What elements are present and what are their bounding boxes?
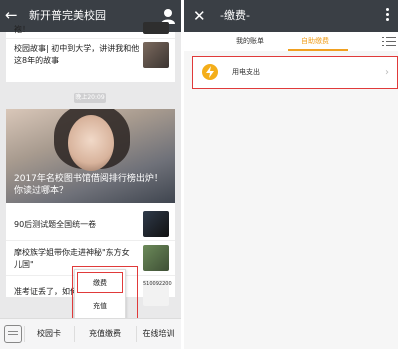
hero-caption: 2017年名校图书馆借阅排行榜出炉！你读过哪本？ [14, 174, 163, 196]
lightning-icon [202, 64, 218, 80]
tab-online-training[interactable]: 在线培训 [136, 319, 181, 349]
news-card: 袍！ 校园故事| 初中到大学，讲讲我和他这8年的故事 [6, 22, 175, 82]
hero-photo-face [68, 115, 114, 171]
news-item[interactable]: 校园故事| 初中到大学，讲讲我和他这8年的故事 [14, 43, 140, 67]
page-title: 新开普完美校园 [29, 9, 106, 22]
chevron-right-icon: › [385, 67, 389, 78]
tab-campus-card[interactable]: 校园卡 [24, 319, 74, 349]
news-item-top[interactable]: 袍！ [14, 24, 134, 36]
menu-list-icon[interactable] [382, 35, 396, 47]
hero-image[interactable]: 2017年名校图书馆借阅排行榜出炉！你读过哪本？ [6, 109, 175, 203]
timestamp: 晚上20:09 [74, 93, 106, 103]
news-thumbnail: 510092200 [143, 280, 172, 306]
more-options-icon[interactable] [386, 6, 390, 26]
divider [6, 240, 175, 241]
back-arrow-icon[interactable]: ← [5, 5, 18, 25]
tab-recharge-pay[interactable]: 充值缴费 [74, 319, 136, 349]
news-thumbnail [143, 22, 169, 34]
tab-bar: 我的账单 自助缴费 [184, 32, 398, 52]
divider [6, 38, 175, 39]
right-top-bar: ✕ -缴费- [184, 0, 398, 32]
close-icon[interactable]: ✕ [193, 6, 206, 26]
electricity-pay-item[interactable]: 用电支出 › [192, 56, 398, 89]
left-screen: ← 新开普完美校园 袍！ 校园故事| 初中到大学，讲讲我和他这8年的故事 晚上2… [0, 0, 181, 349]
tab-my-bills[interactable]: 我的账单 [236, 32, 264, 51]
bottom-menu-bar: 校园卡 充值缴费 在线培训 [0, 318, 181, 349]
news-item[interactable]: 90后测试题全国统一卷 [14, 219, 134, 231]
news-thumbnail [143, 211, 169, 237]
news-thumbnail [143, 245, 169, 271]
content-area [184, 51, 398, 349]
keyboard-icon[interactable] [4, 325, 22, 343]
right-screen: ✕ -缴费- 我的账单 自助缴费 用电支出 › [184, 0, 398, 349]
news-thumbnail [143, 42, 169, 68]
pay-item-label: 用电支出 [232, 68, 260, 76]
page-title: -缴费- [220, 9, 250, 22]
thumbnail-text: 510092200 [143, 281, 172, 287]
